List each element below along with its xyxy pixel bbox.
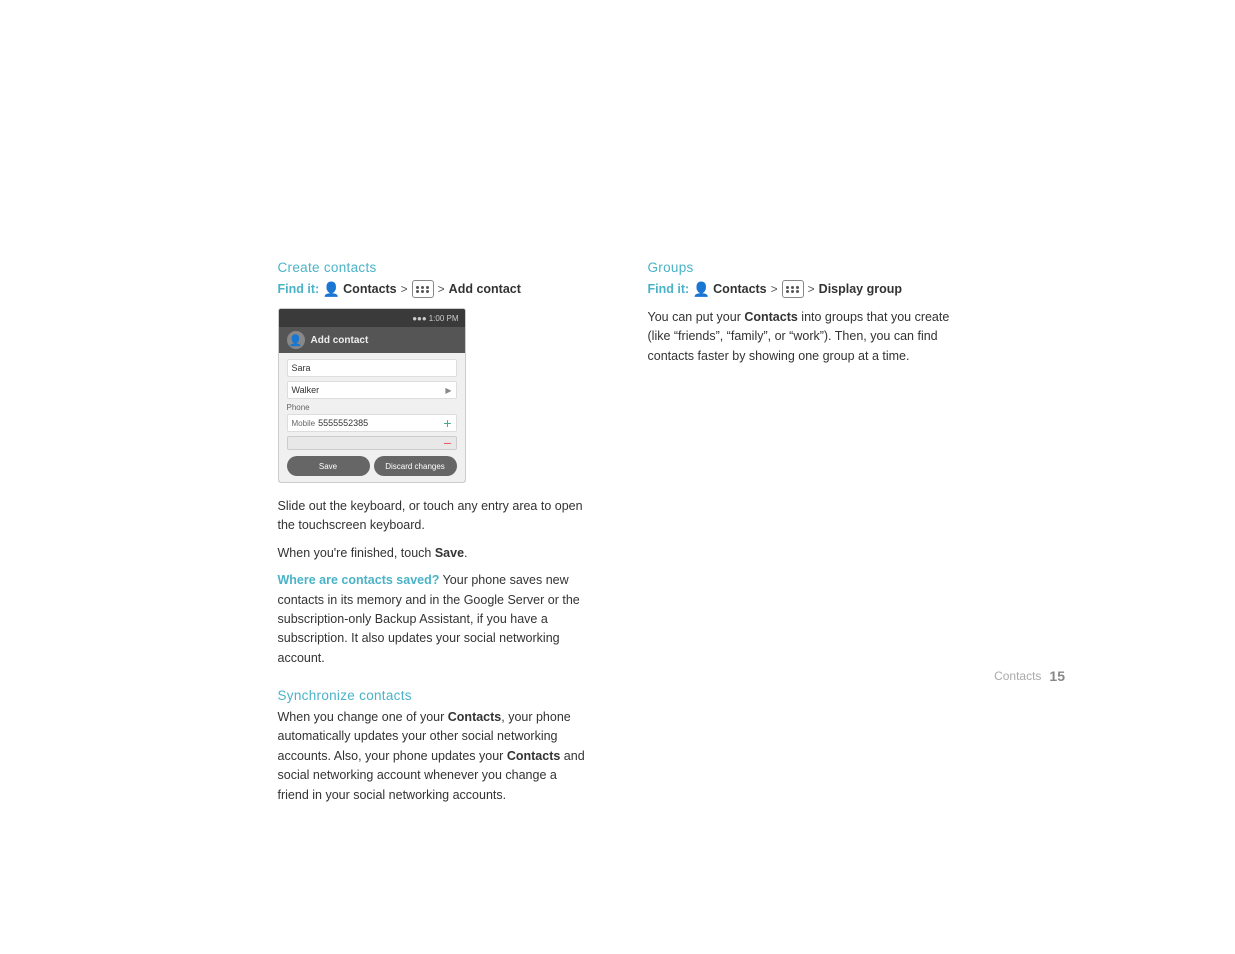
menu-dot bbox=[426, 290, 429, 293]
menu-dot-g bbox=[791, 286, 794, 289]
groups-para-text: You can put your bbox=[648, 310, 745, 324]
contacts-person-icon-groups: 👤 bbox=[693, 281, 709, 297]
page-container: Create contacts Find it: 👤 Contacts > bbox=[0, 0, 1235, 954]
phone-phone-label: Phone bbox=[287, 403, 457, 412]
nav-arrow-4: > bbox=[808, 282, 815, 296]
phone-buttons-row: Save Discard changes bbox=[287, 456, 457, 476]
nav-menu-groups bbox=[782, 280, 804, 298]
nav-arrow-1: > bbox=[401, 282, 408, 296]
menu-dot bbox=[426, 286, 429, 289]
nav-contacts-groups: Contacts bbox=[713, 282, 766, 296]
menu-dot bbox=[416, 286, 419, 289]
groups-title: Groups bbox=[648, 260, 958, 275]
groups-section: Groups Find it: 👤 Contacts > bbox=[648, 260, 958, 366]
menu-dot-g bbox=[786, 290, 789, 293]
phone-lastname-arrow: ▶ bbox=[445, 386, 451, 395]
phone-remove-icon: − bbox=[443, 436, 451, 450]
create-contacts-section: Create contacts Find it: 👤 Contacts > bbox=[278, 260, 588, 668]
find-it-line-create: Find it: 👤 Contacts > bbox=[278, 280, 588, 298]
nav-menu-create bbox=[412, 280, 434, 298]
phone-mobile-label: Mobile bbox=[292, 419, 316, 428]
page-footer: Contacts 15 bbox=[994, 668, 1065, 684]
nav-contacts-create: Contacts bbox=[343, 282, 396, 296]
sync-contacts-title: Synchronize contacts bbox=[278, 688, 588, 703]
phone-discard-button[interactable]: Discard changes bbox=[374, 456, 457, 476]
create-paragraph1-text: Slide out the keyboard, or touch any ent… bbox=[278, 499, 583, 532]
right-column: Groups Find it: 👤 Contacts > bbox=[648, 260, 958, 813]
create-paragraph1: Slide out the keyboard, or touch any ent… bbox=[278, 497, 588, 536]
menu-icon-dots-groups bbox=[784, 284, 802, 295]
groups-contacts-bold: Contacts bbox=[744, 310, 797, 324]
where-paragraph: Where are contacts saved? Your phone sav… bbox=[278, 571, 588, 668]
find-it-line-groups: Find it: 👤 Contacts > bbox=[648, 280, 958, 298]
phone-mobile-value: 5555552385 bbox=[318, 418, 368, 428]
menu-dot-g bbox=[791, 290, 794, 293]
menu-icon-dots bbox=[414, 284, 432, 295]
menu-dot-g bbox=[796, 286, 799, 289]
nav-arrow-3: > bbox=[771, 282, 778, 296]
phone-status-bar: ●●● 1:00 PM bbox=[279, 309, 465, 327]
phone-contact-icon: 👤 bbox=[287, 331, 305, 349]
phone-body: Sara Walker ▶ Phone Mobile 5555552385 + bbox=[279, 353, 465, 482]
sync-para-text: When you change one of your bbox=[278, 710, 448, 724]
menu-dot-g bbox=[786, 286, 789, 289]
sync-contacts-bold2: Contacts bbox=[507, 749, 560, 763]
create-para2-text: When you're finished, touch bbox=[278, 546, 435, 560]
menu-icon-groups bbox=[782, 280, 804, 298]
menu-dot bbox=[416, 290, 419, 293]
menu-dot-g bbox=[796, 290, 799, 293]
phone-header: 👤 Add contact bbox=[279, 327, 465, 353]
sync-paragraph: When you change one of your Contacts, yo… bbox=[278, 708, 588, 805]
signal-icon: ●●● bbox=[412, 314, 427, 323]
phone-lastname-field: Walker ▶ bbox=[287, 381, 457, 399]
sync-contacts-bold1: Contacts bbox=[448, 710, 501, 724]
phone-firstname-field: Sara bbox=[287, 359, 457, 377]
phone-extra-row: − bbox=[287, 436, 457, 450]
create-para2-end: . bbox=[464, 546, 467, 560]
menu-dot bbox=[421, 286, 424, 289]
sync-contacts-section: Synchronize contacts When you change one… bbox=[278, 688, 588, 805]
menu-icon-create bbox=[412, 280, 434, 298]
find-it-label-create: Find it: bbox=[278, 282, 320, 296]
footer-page-number: 15 bbox=[1049, 668, 1065, 684]
save-bold: Save bbox=[435, 546, 464, 560]
find-it-label-groups: Find it: bbox=[648, 282, 690, 296]
menu-dot bbox=[421, 290, 424, 293]
nav-add-contact: Add contact bbox=[449, 282, 521, 296]
create-paragraph2: When you're finished, touch Save. bbox=[278, 544, 588, 563]
phone-lastname-value: Walker bbox=[292, 385, 320, 395]
contacts-person-icon-create: 👤 bbox=[323, 281, 339, 297]
footer-section-label: Contacts bbox=[994, 669, 1041, 683]
left-column: Create contacts Find it: 👤 Contacts > bbox=[278, 260, 588, 813]
status-time: 1:00 PM bbox=[429, 314, 459, 323]
create-contacts-title: Create contacts bbox=[278, 260, 588, 275]
groups-paragraph: You can put your Contacts into groups th… bbox=[648, 308, 958, 366]
phone-status-icons: ●●● 1:00 PM bbox=[412, 314, 458, 323]
phone-firstname-value: Sara bbox=[292, 363, 311, 373]
content-area: Create contacts Find it: 👤 Contacts > bbox=[278, 260, 958, 813]
nav-arrow-2: > bbox=[438, 282, 445, 296]
nav-display-group: Display group bbox=[819, 282, 902, 296]
where-question: Where are contacts saved? bbox=[278, 573, 440, 587]
phone-save-button[interactable]: Save bbox=[287, 456, 370, 476]
phone-add-icon: + bbox=[443, 416, 451, 430]
phone-mockup: ●●● 1:00 PM 👤 Add contact Sara Walker bbox=[278, 308, 466, 483]
phone-header-text: Add contact bbox=[311, 335, 369, 346]
phone-mobile-field: Mobile 5555552385 + bbox=[287, 414, 457, 432]
